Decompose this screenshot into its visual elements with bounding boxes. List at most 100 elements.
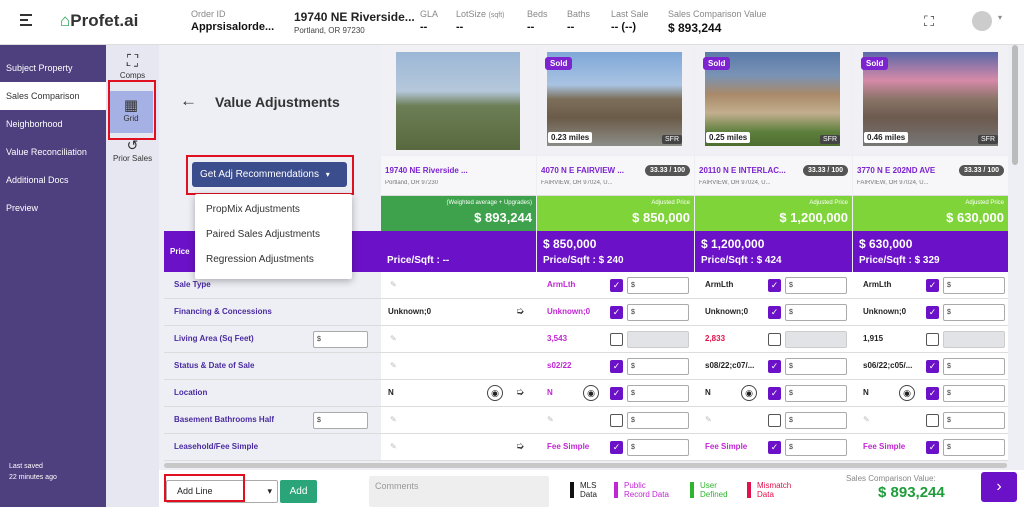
subject-weighted-value: (Weighted average + Upgrades) $ 893,244 — [381, 196, 536, 231]
adjustment-input[interactable]: $ — [627, 358, 689, 375]
comp-price-cell-3: $ 630,000 Price/Sqft : $ 329 — [853, 231, 1008, 275]
document-arrow-icon[interactable]: ➭ — [513, 305, 527, 319]
comps-tab[interactable]: ⛶ Comps — [106, 53, 159, 80]
horizontal-scrollbar[interactable] — [164, 463, 1007, 468]
edit-pencil-icon[interactable]: ✎ — [547, 415, 554, 424]
prior-sales-tab[interactable]: ↺ Prior Sales — [106, 137, 159, 163]
fullscreen-icon[interactable]: ⛶ — [921, 13, 937, 29]
chevron-down-icon[interactable]: ▾ — [998, 13, 1002, 22]
subject-adjust-input[interactable]: $ — [313, 412, 368, 429]
adjustment-input[interactable]: $ — [943, 412, 1005, 429]
menu-item-paired-sales[interactable]: Paired Sales Adjustments — [195, 222, 352, 247]
adjustment-input[interactable]: $ — [943, 277, 1005, 294]
adjustment-checkbox[interactable]: ✓ — [610, 279, 623, 292]
legend-user — [690, 482, 694, 498]
adjustment-input[interactable]: $ — [627, 385, 689, 402]
adjustment-checkbox[interactable]: ✓ — [768, 387, 781, 400]
location-pin-icon[interactable]: ◉ — [741, 385, 757, 401]
row-label: Status & Date of Sale — [164, 353, 381, 380]
adjustment-input[interactable]: $ — [943, 439, 1005, 456]
lotsize-stat: LotSize (sqft) -- — [456, 9, 505, 33]
adjustment-checkbox[interactable]: ✓ — [926, 441, 939, 454]
edit-pencil-icon[interactable]: ✎ — [705, 415, 712, 424]
nav-value-reconciliation[interactable]: Value Reconciliation — [0, 138, 106, 166]
row-label: Location — [164, 380, 381, 407]
adjustment-checkbox[interactable] — [768, 333, 781, 346]
adjustment-input[interactable]: $ — [943, 358, 1005, 375]
comp-address-cell-1[interactable]: 4070 N E FAIRVIEW ... FAIRVIEW, OR 97024… — [537, 156, 694, 196]
comp-address-cell-3[interactable]: 3770 N E 202ND AVE FAIRVIEW, OR 97024, U… — [853, 156, 1008, 196]
menu-item-regression[interactable]: Regression Adjustments — [195, 247, 352, 272]
bottom-scv-value: $ 893,244 — [878, 484, 945, 501]
hamburger-menu-icon[interactable] — [20, 14, 32, 26]
adjustment-input[interactable] — [627, 331, 689, 348]
adjustment-checkbox[interactable]: ✓ — [610, 360, 623, 373]
location-pin-icon[interactable]: ◉ — [899, 385, 915, 401]
next-button[interactable]: › — [981, 472, 1017, 502]
adjustment-input[interactable]: $ — [627, 304, 689, 321]
adjustment-checkbox[interactable]: ✓ — [926, 306, 939, 319]
edit-pencil-icon[interactable]: ✎ — [390, 442, 397, 451]
adjustment-checkbox[interactable] — [610, 333, 623, 346]
nav-preview[interactable]: Preview — [0, 194, 106, 222]
adjustment-checkbox[interactable]: ✓ — [610, 441, 623, 454]
location-pin-icon[interactable]: ◉ — [487, 385, 503, 401]
adjustment-checkbox[interactable]: ✓ — [768, 360, 781, 373]
legend-user-label: User Defined — [700, 481, 728, 499]
adjustment-checkbox[interactable]: ✓ — [926, 387, 939, 400]
adjustment-input[interactable] — [943, 331, 1005, 348]
back-arrow-icon[interactable]: ← — [180, 91, 197, 111]
adjustment-input[interactable]: $ — [943, 385, 1005, 402]
adjustment-checkbox[interactable] — [768, 414, 781, 427]
adjustment-checkbox[interactable]: ✓ — [768, 441, 781, 454]
nav-neighborhood[interactable]: Neighborhood — [0, 110, 106, 138]
legend-public — [614, 482, 618, 498]
adjustment-checkbox[interactable]: ✓ — [926, 360, 939, 373]
adjustment-input[interactable]: $ — [785, 358, 847, 375]
subject-address-cell: 19740 NE Riverside ... Portland, OR 9723… — [381, 156, 536, 196]
adjustment-checkbox[interactable] — [926, 414, 939, 427]
adjustment-checkbox[interactable]: ✓ — [768, 279, 781, 292]
adjustment-checkbox[interactable] — [926, 333, 939, 346]
avatar[interactable] — [972, 11, 992, 31]
adjustment-checkbox[interactable]: ✓ — [926, 279, 939, 292]
adjustment-checkbox[interactable]: ✓ — [610, 387, 623, 400]
nav-subject-property[interactable]: Subject Property — [0, 54, 106, 82]
edit-pencil-icon[interactable]: ✎ — [390, 334, 397, 343]
add-button[interactable]: Add — [280, 480, 317, 503]
adjustment-input[interactable]: $ — [627, 277, 689, 294]
menu-item-propmix[interactable]: PropMix Adjustments — [195, 197, 352, 222]
edit-pencil-icon[interactable]: ✎ — [863, 415, 870, 424]
logo[interactable]: ⌂Profet.ai — [60, 11, 138, 31]
match-score: 33.33 / 100 — [958, 165, 1004, 176]
document-arrow-icon[interactable]: ➭ — [513, 386, 527, 400]
adjustment-input[interactable]: $ — [943, 304, 1005, 321]
document-arrow-icon[interactable]: ➭ — [513, 440, 527, 454]
adjustment-input[interactable]: $ — [785, 412, 847, 429]
left-nav: Subject Property Sales Comparison Neighb… — [0, 45, 106, 507]
comp-value: Fee Simple — [705, 442, 748, 451]
adjustment-checkbox[interactable]: ✓ — [768, 306, 781, 319]
comments-field[interactable]: Comments — [369, 476, 549, 507]
adjustment-checkbox[interactable] — [610, 414, 623, 427]
adjustment-input[interactable]: $ — [627, 439, 689, 456]
edit-pencil-icon[interactable]: ✎ — [390, 280, 397, 289]
gla-stat: GLA -- — [420, 9, 439, 33]
adjustment-input[interactable]: $ — [785, 439, 847, 456]
adjustment-input[interactable]: $ — [785, 277, 847, 294]
location-pin-icon[interactable]: ◉ — [583, 385, 599, 401]
subject-adjust-input[interactable]: $ — [313, 331, 368, 348]
adjustment-input[interactable]: $ — [627, 412, 689, 429]
edit-pencil-icon[interactable]: ✎ — [390, 361, 397, 370]
adjustment-input[interactable]: $ — [785, 385, 847, 402]
adjustment-input[interactable] — [785, 331, 847, 348]
comp-address-cell-2[interactable]: 20110 N E INTERLAC... FAIRVIEW, OR 97024… — [695, 156, 852, 196]
adjustment-input[interactable]: $ — [785, 304, 847, 321]
nav-sales-comparison[interactable]: Sales Comparison — [0, 82, 106, 110]
edit-pencil-icon[interactable]: ✎ — [390, 415, 397, 424]
adjustment-checkbox[interactable]: ✓ — [610, 306, 623, 319]
subject-photo[interactable] — [396, 52, 520, 150]
comp-value: 1,915 — [863, 334, 884, 343]
nav-additional-docs[interactable]: Additional Docs — [0, 166, 106, 194]
vertical-scrollbar[interactable] — [1012, 45, 1018, 165]
